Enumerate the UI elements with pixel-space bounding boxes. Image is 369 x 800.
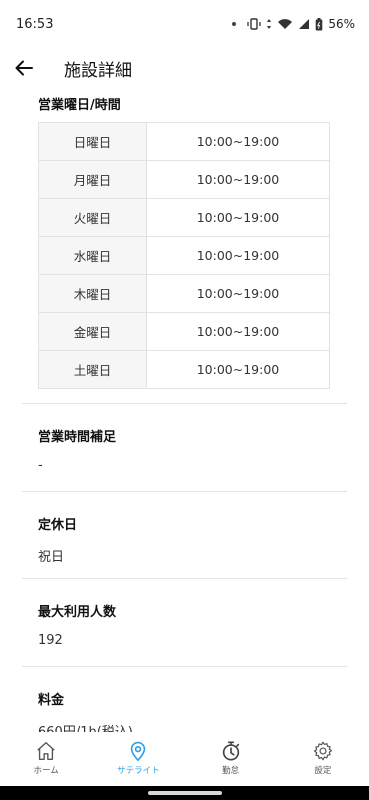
price-value: 660円/1h(税込) bbox=[38, 721, 133, 732]
table-row: 金曜日 10:00~19:00 bbox=[38, 312, 330, 351]
location-pin-icon bbox=[131, 741, 146, 762]
status-time: 16:53 bbox=[16, 16, 54, 32]
price-title: 料金 bbox=[38, 693, 65, 708]
battery-percent: 56% bbox=[328, 17, 355, 31]
day-cell: 金曜日 bbox=[38, 312, 147, 351]
data-arrows-icon bbox=[266, 18, 272, 30]
status-bar: 16:53 56% bbox=[0, 0, 369, 48]
business-hours-table: 日曜日 10:00~19:00 月曜日 10:00~19:00 火曜日 10:00~1… bbox=[38, 122, 330, 389]
vibrate-icon bbox=[247, 18, 261, 30]
time-cell: 10:00~19:00 bbox=[146, 236, 330, 275]
price-section: 料金 660円/1h(税込) bbox=[22, 666, 347, 732]
table-row: 木曜日 10:00~19:00 bbox=[38, 274, 330, 313]
business-hours-title: 営業曜日/時間 bbox=[38, 98, 121, 113]
home-icon bbox=[37, 742, 55, 760]
app-header: 施設詳細 bbox=[0, 48, 369, 88]
nav-label-home: ホーム bbox=[33, 766, 59, 776]
time-cell: 10:00~19:00 bbox=[146, 274, 330, 313]
hours-note-section: 営業時間補足 - bbox=[22, 403, 347, 491]
time-cell: 10:00~19:00 bbox=[146, 122, 330, 161]
max-capacity-value: 192 bbox=[38, 633, 63, 648]
stopwatch-icon bbox=[222, 741, 239, 761]
day-cell: 木曜日 bbox=[38, 274, 147, 313]
closed-days-section: 定休日 祝日 bbox=[22, 491, 347, 578]
max-capacity-section: 最大利用人数 192 bbox=[22, 578, 347, 666]
nav-label-satellite: サテライト bbox=[117, 766, 160, 776]
nav-label-attendance: 勤怠 bbox=[222, 766, 240, 776]
nav-item-settings[interactable]: 設定 bbox=[277, 732, 369, 786]
day-cell: 月曜日 bbox=[38, 160, 147, 199]
nav-item-attendance[interactable]: 勤怠 bbox=[185, 732, 277, 786]
table-row: 火曜日 10:00~19:00 bbox=[38, 198, 330, 237]
day-cell: 火曜日 bbox=[38, 198, 147, 237]
facility-detail-content[interactable]: 営業曜日/時間 日曜日 10:00~19:00 月曜日 10:00~19:00 火曜… bbox=[0, 88, 369, 732]
closed-days-title: 定休日 bbox=[38, 518, 78, 533]
table-row: 土曜日 10:00~19:00 bbox=[38, 350, 330, 389]
max-capacity-title: 最大利用人数 bbox=[38, 605, 117, 620]
battery-icon bbox=[315, 17, 323, 31]
notification-dot-icon bbox=[232, 22, 237, 26]
arrow-left-icon bbox=[15, 60, 33, 76]
wifi-icon bbox=[277, 18, 293, 30]
bottom-navigation: ホーム サテライト 勤怠 設定 bbox=[0, 732, 369, 786]
home-gesture-handle[interactable] bbox=[147, 791, 222, 795]
status-icons: 56% bbox=[232, 17, 355, 31]
day-cell: 水曜日 bbox=[38, 236, 147, 275]
day-cell: 土曜日 bbox=[38, 350, 147, 389]
hours-note-title: 営業時間補足 bbox=[38, 430, 117, 445]
back-button[interactable] bbox=[0, 48, 48, 88]
nav-item-home[interactable]: ホーム bbox=[0, 732, 92, 786]
gear-icon bbox=[313, 741, 332, 761]
table-row: 月曜日 10:00~19:00 bbox=[38, 160, 330, 199]
day-cell: 日曜日 bbox=[38, 122, 147, 161]
nav-item-satellite[interactable]: サテライト bbox=[92, 732, 184, 786]
page-title: 施設詳細 bbox=[64, 60, 132, 81]
system-gesture-bar bbox=[0, 786, 369, 800]
table-row: 水曜日 10:00~19:00 bbox=[38, 236, 330, 275]
signal-icon bbox=[298, 18, 310, 30]
closed-days-value: 祝日 bbox=[38, 550, 65, 565]
time-cell: 10:00~19:00 bbox=[146, 350, 330, 389]
table-row: 日曜日 10:00~19:00 bbox=[38, 122, 330, 161]
time-cell: 10:00~19:00 bbox=[146, 160, 330, 199]
time-cell: 10:00~19:00 bbox=[146, 312, 330, 351]
time-cell: 10:00~19:00 bbox=[146, 198, 330, 237]
nav-label-settings: 設定 bbox=[314, 766, 332, 776]
hours-note-value: - bbox=[38, 458, 43, 473]
